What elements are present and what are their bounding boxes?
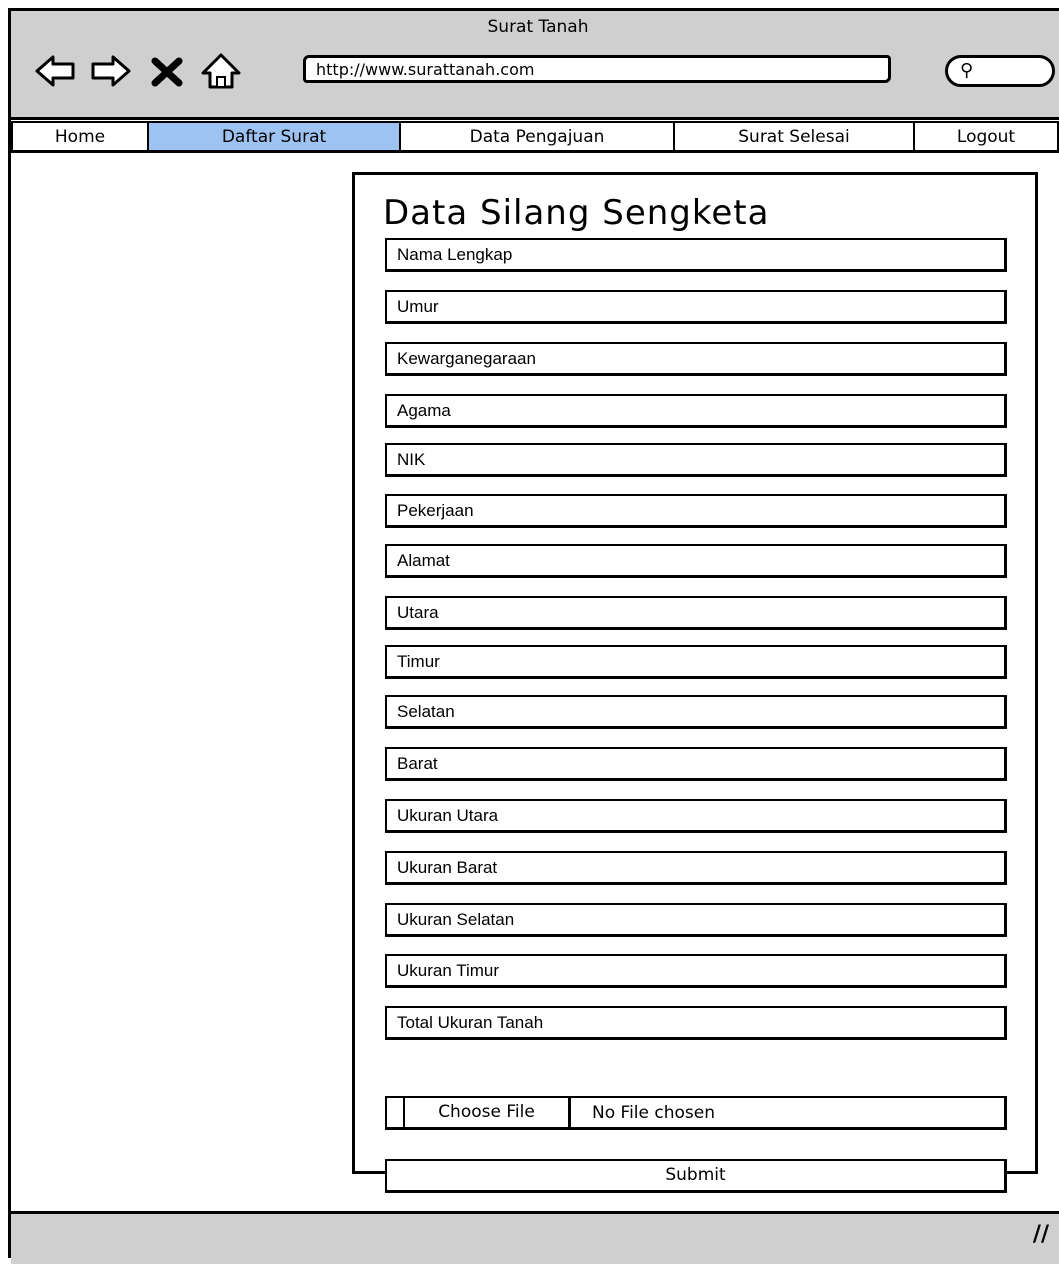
file-status-text: No File chosen bbox=[592, 1103, 715, 1123]
agama-field[interactable] bbox=[385, 394, 1007, 428]
address-bar[interactable]: http://www.surattanah.com bbox=[303, 55, 891, 83]
browser-titlebar: Surat Tanah http://www.surattanah.com ⚲ bbox=[11, 11, 1059, 120]
back-icon[interactable] bbox=[33, 51, 77, 91]
alamat-field[interactable] bbox=[385, 544, 1007, 578]
barat-field[interactable] bbox=[385, 747, 1007, 781]
resize-grip-icon[interactable]: // bbox=[1033, 1222, 1049, 1247]
timur-field[interactable] bbox=[385, 645, 1007, 679]
tab-data-pengajuan[interactable]: Data Pengajuan bbox=[399, 121, 675, 153]
nama-lengkap-field[interactable] bbox=[385, 238, 1007, 272]
umur-field[interactable] bbox=[385, 290, 1007, 324]
ukuran-barat-field[interactable] bbox=[385, 851, 1007, 885]
nik-field[interactable] bbox=[385, 443, 1007, 477]
form-panel: Data Silang Sengketa Choose File No File… bbox=[352, 172, 1038, 1193]
browser-window: Surat Tanah http://www.surattanah.com ⚲ … bbox=[8, 8, 1059, 1264]
browser-statusbar: // bbox=[11, 1211, 1059, 1264]
window-title: Surat Tanah bbox=[487, 17, 589, 37]
tab-daftar-surat[interactable]: Daftar Surat bbox=[147, 121, 401, 153]
ukuran-utara-field[interactable] bbox=[385, 799, 1007, 833]
pekerjaan-field[interactable] bbox=[385, 494, 1007, 528]
home-icon[interactable] bbox=[199, 51, 243, 91]
choose-file-button[interactable]: Choose File bbox=[403, 1096, 571, 1130]
selatan-field[interactable] bbox=[385, 695, 1007, 729]
tab-home[interactable]: Home bbox=[11, 121, 149, 153]
form-title: Data Silang Sengketa bbox=[383, 193, 770, 233]
search-icon: ⚲ bbox=[960, 60, 974, 81]
ukuran-selatan-field[interactable] bbox=[385, 903, 1007, 937]
total-ukuran-tanah-field[interactable] bbox=[385, 1006, 1007, 1040]
stop-icon[interactable] bbox=[145, 51, 189, 91]
file-input[interactable]: Choose File No File chosen bbox=[385, 1096, 1007, 1130]
tab-surat-selesai[interactable]: Surat Selesai bbox=[673, 121, 915, 153]
nav-tabs: Home Daftar Surat Data Pengajuan Surat S… bbox=[11, 121, 1059, 153]
ukuran-timur-field[interactable] bbox=[385, 954, 1007, 988]
utara-field[interactable] bbox=[385, 596, 1007, 630]
forward-icon[interactable] bbox=[89, 51, 133, 91]
tab-logout[interactable]: Logout bbox=[913, 121, 1059, 153]
kewarganegaraan-field[interactable] bbox=[385, 342, 1007, 376]
search-box[interactable]: ⚲ bbox=[945, 55, 1055, 87]
submit-button[interactable]: Submit bbox=[385, 1159, 1007, 1193]
